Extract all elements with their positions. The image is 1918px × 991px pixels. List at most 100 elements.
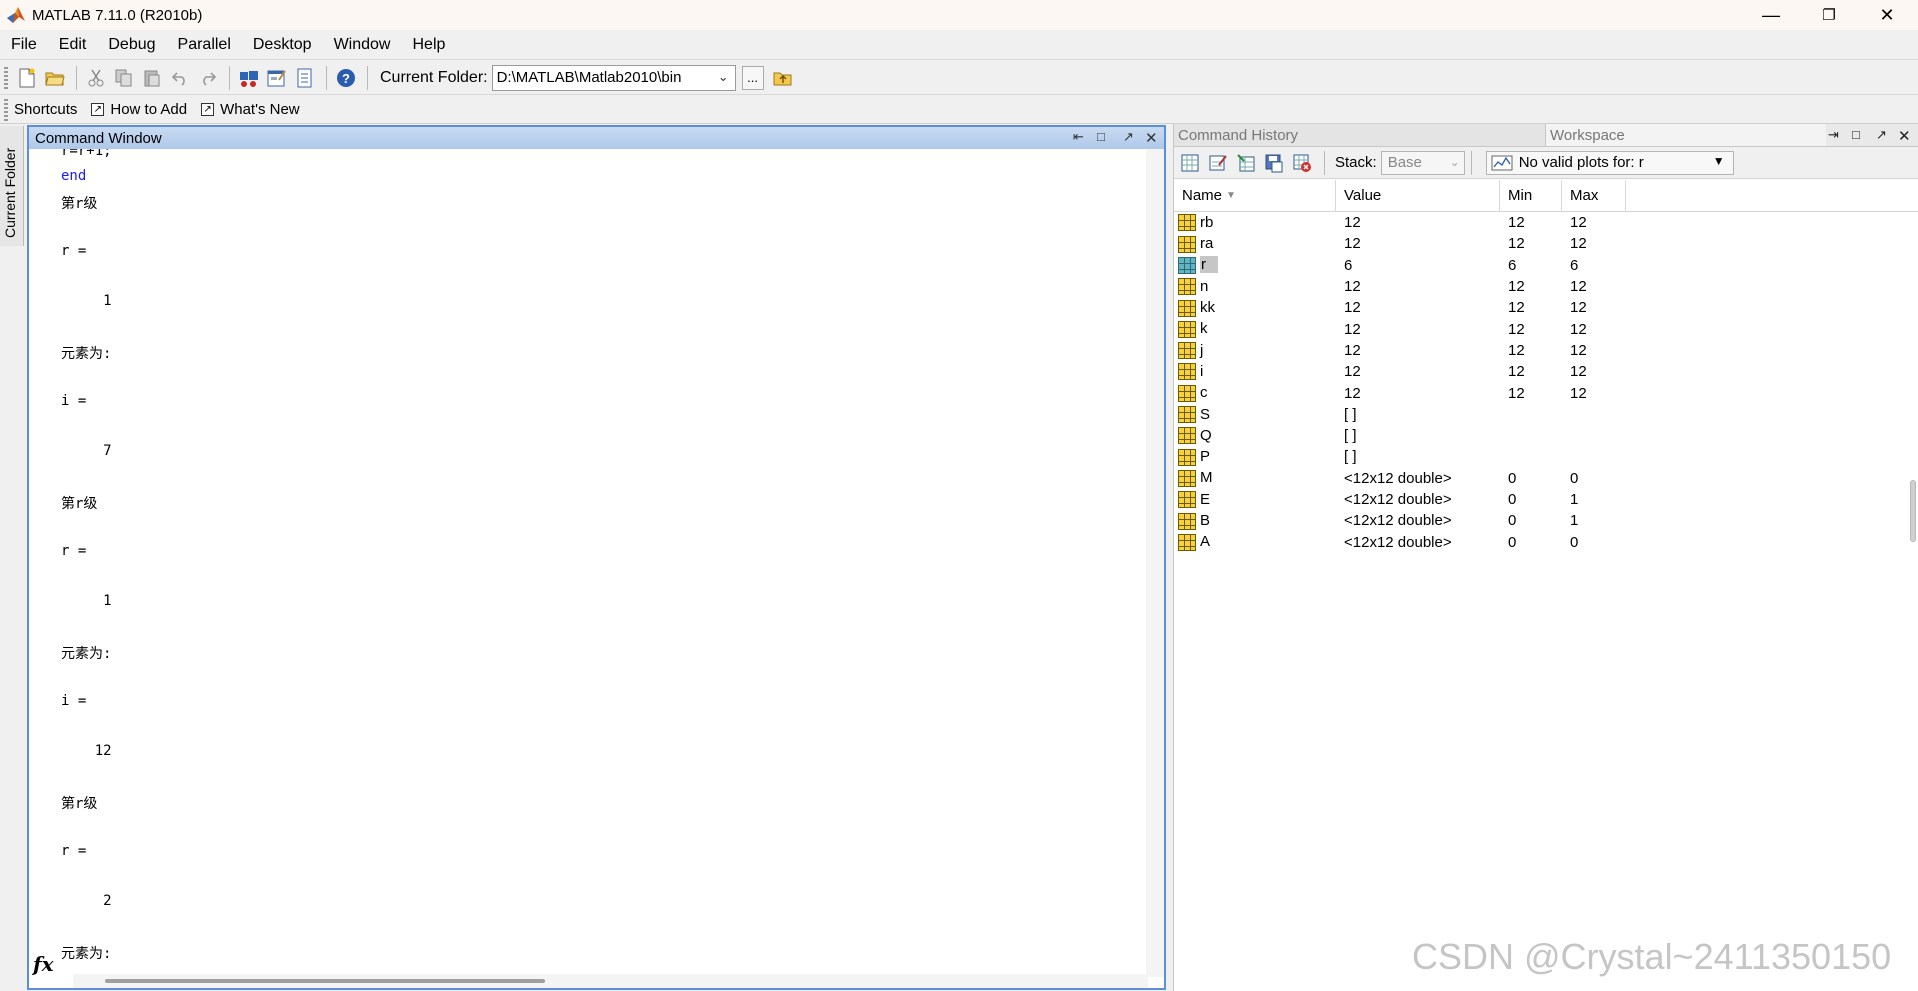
chevron-down-icon[interactable]: ⌄ <box>718 69 729 85</box>
table-row[interactable]: rb 12 12 12 <box>1174 212 1918 233</box>
column-min-header[interactable]: Min <box>1500 179 1562 212</box>
stack-dropdown[interactable]: Base ⌄ <box>1380 150 1465 175</box>
table-row[interactable]: ra 12 12 12 <box>1174 233 1918 254</box>
variable-name: P <box>1200 448 1211 466</box>
table-row[interactable]: r 6 6 6 <box>1174 255 1918 276</box>
variable-min: 12 <box>1508 278 1525 296</box>
variable-name-cell: c <box>1174 384 1336 402</box>
undock-icon[interactable]: ⇥ <box>1828 127 1839 143</box>
column-value-header[interactable]: Value <box>1336 179 1500 212</box>
variable-name-cell: ra <box>1174 235 1336 253</box>
command-line: 元素为: <box>61 646 112 662</box>
new-file-icon[interactable] <box>14 65 40 91</box>
stack-label: Stack: <box>1335 154 1377 171</box>
variable-value: 12 <box>1344 363 1361 381</box>
shortcuts-grip[interactable] <box>4 98 8 121</box>
popout-icon[interactable]: ↗ <box>1876 127 1887 143</box>
menu-debug[interactable]: Debug <box>97 36 166 54</box>
toolbar-grip[interactable] <box>4 66 8 89</box>
variable-max: 12 <box>1570 235 1587 253</box>
menu-parallel[interactable]: Parallel <box>167 36 242 54</box>
menu-desktop[interactable]: Desktop <box>242 36 323 54</box>
current-folder-tab[interactable]: Current Folder <box>0 126 24 246</box>
close-icon[interactable]: ✕ <box>1898 127 1911 145</box>
table-row[interactable]: P [ ] <box>1174 446 1918 467</box>
stack-value: Base <box>1387 154 1422 171</box>
table-row[interactable]: B <12x12 double> 0 1 <box>1174 510 1918 531</box>
redo-icon[interactable] <box>195 65 221 91</box>
cut-icon[interactable] <box>83 65 109 91</box>
table-row[interactable]: A <12x12 double> 0 0 <box>1174 531 1918 552</box>
open-folder-icon[interactable] <box>42 65 68 91</box>
command-horizontal-scrollbar[interactable] <box>73 974 1148 988</box>
menu-edit[interactable]: Edit <box>48 36 98 54</box>
dropdown-arrow-icon: ▼ <box>1712 153 1725 168</box>
table-row[interactable]: c 12 12 12 <box>1174 382 1918 403</box>
table-row[interactable]: n 12 12 12 <box>1174 276 1918 297</box>
table-row[interactable]: k 12 12 12 <box>1174 318 1918 339</box>
matrix-variable-icon <box>1178 278 1196 296</box>
undo-icon[interactable] <box>167 65 193 91</box>
table-row[interactable]: kk 12 12 12 <box>1174 297 1918 318</box>
variable-min: 0 <box>1508 512 1517 530</box>
open-variable-icon[interactable] <box>1206 151 1230 175</box>
menu-help[interactable]: Help <box>401 36 456 54</box>
function-browser-icon[interactable]: fx <box>33 952 54 976</box>
profiler-icon[interactable] <box>292 65 318 91</box>
undock-icon[interactable]: ⇤ <box>1073 129 1084 145</box>
scrollbar-thumb[interactable] <box>105 979 545 983</box>
table-row[interactable]: M <12x12 double> 0 0 <box>1174 468 1918 489</box>
close-button[interactable]: ✕ <box>1858 0 1916 30</box>
shortcut-whats-new[interactable]: ↗ What's New <box>201 101 300 118</box>
copy-icon[interactable] <box>111 65 137 91</box>
browse-folder-button[interactable]: ... <box>741 65 764 90</box>
parent-folder-icon[interactable] <box>770 65 796 91</box>
shortcut-arrow-icon: ↗ <box>91 103 105 116</box>
tab-command-history[interactable]: Command History <box>1174 124 1546 146</box>
plot-selector[interactable]: No valid plots for: r ▼ <box>1485 150 1734 175</box>
command-output[interactable]: r=r+1; end 第r级 r = 1 元素为: i = 7 第r级 r = … <box>29 149 1146 977</box>
table-row[interactable]: S [ ] <box>1174 404 1918 425</box>
menu-window[interactable]: Window <box>323 36 402 54</box>
column-max-header[interactable]: Max <box>1562 179 1626 212</box>
maximize-icon[interactable]: □ <box>1097 129 1105 144</box>
variable-min: 0 <box>1508 533 1517 551</box>
help-icon[interactable]: ? <box>333 65 359 91</box>
import-data-icon[interactable] <box>1234 151 1258 175</box>
workspace-scrollbar-thumb[interactable] <box>1910 480 1916 542</box>
popout-icon[interactable]: ↗ <box>1123 129 1134 145</box>
variable-max: 1 <box>1570 512 1579 530</box>
table-row[interactable]: Q [ ] <box>1174 425 1918 446</box>
chevron-down-icon: ⌄ <box>1449 154 1460 169</box>
variable-value: [ ] <box>1344 448 1357 466</box>
save-workspace-icon[interactable] <box>1262 151 1286 175</box>
paste-icon[interactable] <box>139 65 165 91</box>
simulink-icon[interactable] <box>236 65 262 91</box>
variable-value: <12x12 double> <box>1344 533 1452 551</box>
variable-name-cell: j <box>1174 342 1336 360</box>
variable-min: 12 <box>1508 299 1525 317</box>
current-folder-combo[interactable]: D:\MATLAB\Matlab2010\bin ⌄ <box>491 64 736 91</box>
variable-min: 6 <box>1508 256 1517 274</box>
shortcuts-label[interactable]: Shortcuts <box>14 101 77 118</box>
delete-variable-icon[interactable] <box>1290 151 1314 175</box>
table-row[interactable]: E <12x12 double> 0 1 <box>1174 489 1918 510</box>
variable-name-cell: kk <box>1174 299 1336 317</box>
table-row[interactable]: i 12 12 12 <box>1174 361 1918 382</box>
matrix-variable-icon <box>1178 427 1196 445</box>
shortcut-how-to-add[interactable]: ↗ How to Add <box>91 101 187 118</box>
variable-name-cell: n <box>1174 278 1336 296</box>
column-name-header[interactable]: Name ▼ <box>1174 179 1336 212</box>
restore-button[interactable]: ❐ <box>1800 0 1858 30</box>
menu-file[interactable]: File <box>0 36 48 54</box>
maximize-icon[interactable]: □ <box>1852 127 1860 142</box>
table-row[interactable]: j 12 12 12 <box>1174 340 1918 361</box>
new-variable-icon[interactable] <box>1178 151 1202 175</box>
minimize-button[interactable]: — <box>1742 0 1800 30</box>
tab-workspace[interactable]: Workspace <box>1546 124 1826 146</box>
close-icon[interactable]: ✕ <box>1145 129 1158 147</box>
command-vertical-scrollbar[interactable] <box>1146 149 1164 977</box>
main-toolbar: ? Current Folder: D:\MATLAB\Matlab2010\b… <box>0 61 1918 95</box>
command-line: r = <box>61 543 87 559</box>
guide-icon[interactable] <box>264 65 290 91</box>
